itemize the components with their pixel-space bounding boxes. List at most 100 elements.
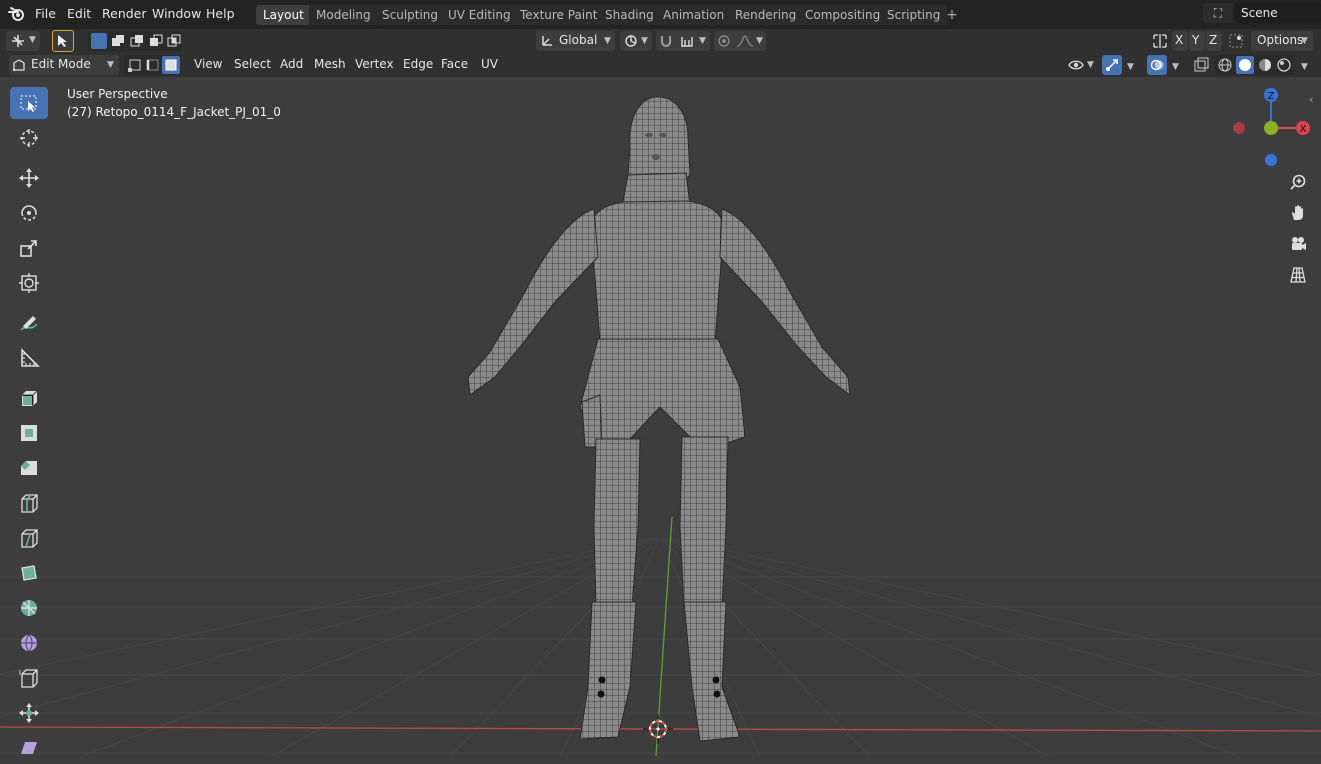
select-invert-icon[interactable] — [148, 33, 164, 49]
camera-view-button[interactable] — [1285, 231, 1311, 257]
menu-add[interactable]: Add — [280, 57, 303, 71]
menu-help[interactable]: Help — [206, 6, 235, 21]
mode-dropdown[interactable]: Edit Mode ▼ — [9, 55, 119, 75]
tab-animation[interactable]: Animation — [656, 5, 732, 25]
face-select-icon[interactable] — [162, 56, 180, 74]
material-shading-icon[interactable] — [1257, 57, 1273, 73]
wireframe-shading-icon[interactable] — [1217, 57, 1233, 73]
menu-select[interactable]: Select — [234, 57, 271, 71]
select-intersect-icon[interactable] — [166, 33, 182, 49]
menu-edge[interactable]: Edge — [403, 57, 433, 71]
tool-shear[interactable] — [10, 732, 48, 764]
solid-shading-icon[interactable] — [1236, 56, 1254, 74]
tool-bevel[interactable] — [10, 452, 48, 484]
snap-increment-icon — [681, 37, 693, 47]
tab-layout[interactable]: Layout — [256, 5, 311, 25]
select-subtract-icon[interactable] — [129, 33, 145, 49]
proportional-editing-group[interactable]: ▼ — [714, 31, 766, 51]
snapping-group[interactable]: ▼ — [656, 31, 710, 51]
tool-annotate[interactable] — [10, 307, 48, 339]
mirror-icon[interactable] — [1152, 33, 1168, 49]
menu-view[interactable]: View — [194, 57, 222, 71]
menu-vertex[interactable]: Vertex — [355, 57, 394, 71]
menu-uv[interactable]: UV — [481, 57, 498, 71]
visibility-dropdown[interactable]: ▼ — [1065, 55, 1097, 75]
select-mode-group — [124, 55, 181, 75]
rendered-shading-icon[interactable] — [1276, 57, 1292, 73]
scene-name-field[interactable]: Scene — [1235, 3, 1321, 23]
perspective-toggle-button[interactable] — [1285, 262, 1311, 288]
select-tool-button[interactable] — [52, 30, 74, 52]
tool-extrude[interactable] — [10, 382, 48, 414]
tab-shading[interactable]: Shading — [598, 5, 661, 25]
tool-poly-build[interactable] — [10, 557, 48, 589]
tool-rotate[interactable] — [10, 197, 48, 229]
tab-uv-editing[interactable]: UV Editing — [441, 5, 518, 25]
navigation-gizmo[interactable]: Z X — [1228, 87, 1318, 167]
character-mesh — [467, 96, 851, 742]
xray-toggle-icon[interactable] — [1193, 57, 1209, 73]
options-dropdown[interactable]: Options ▼ — [1251, 31, 1313, 51]
tool-transform[interactable] — [10, 267, 48, 299]
collapse-sidebar-chevron-icon[interactable]: ‹ — [1309, 93, 1313, 106]
mirror-y-toggle[interactable]: Y — [1189, 31, 1205, 51]
tab-scripting[interactable]: Scripting — [880, 5, 948, 25]
overlay-toggle-button[interactable] — [1147, 55, 1167, 75]
tool-inset[interactable] — [10, 417, 48, 449]
3d-viewport[interactable]: Z X ‹ — [0, 77, 1321, 756]
cursor-icon — [20, 129, 38, 147]
measure-ruler-icon — [21, 348, 40, 367]
chevron-down-icon[interactable]: ▼ — [1172, 62, 1179, 72]
tool-move[interactable] — [10, 162, 48, 194]
chevron-down-icon[interactable]: ▼ — [1301, 62, 1308, 72]
tab-texture-paint[interactable]: Texture Paint — [513, 5, 605, 25]
menu-mesh[interactable]: Mesh — [314, 57, 346, 71]
editor-type-button[interactable]: ▼ — [6, 31, 40, 51]
menu-edit[interactable]: Edit — [67, 6, 91, 21]
scene-selector[interactable]: ⛶ Scene — [1203, 3, 1321, 23]
tab-compositing[interactable]: Compositing — [798, 5, 888, 25]
gizmo-toggle-button[interactable] — [1102, 55, 1122, 75]
tool-shrink-fatten[interactable] — [10, 697, 48, 729]
auto-merge-icon[interactable] — [1228, 33, 1244, 49]
chevron-down-icon: ▼ — [641, 36, 648, 46]
tool-knife[interactable] — [10, 522, 48, 554]
tab-rendering[interactable]: Rendering — [728, 5, 804, 25]
smooth-icon — [21, 634, 37, 652]
chevron-down-icon: ▼ — [29, 35, 36, 45]
pan-button[interactable] — [1285, 200, 1311, 226]
menu-face[interactable]: Face — [441, 57, 468, 71]
tab-modeling[interactable]: Modeling — [309, 5, 378, 25]
scale-icon — [20, 240, 37, 257]
tool-select-box[interactable] — [10, 87, 48, 119]
annotate-pencil-icon — [20, 316, 38, 331]
transform-orientation-dropdown[interactable]: Global ▼ — [536, 31, 615, 51]
select-extend-icon[interactable] — [110, 33, 126, 49]
pivot-point-dropdown[interactable]: ▼ — [620, 31, 652, 51]
axis-x-label: X — [1175, 33, 1184, 47]
chevron-down-icon[interactable]: ▼ — [1127, 62, 1134, 72]
tool-loop-cut[interactable] — [10, 487, 48, 519]
tool-spin[interactable] — [10, 592, 48, 624]
tab-sculpting[interactable]: Sculpting — [375, 5, 446, 25]
scene-icon[interactable]: ⛶ — [1203, 3, 1233, 23]
mode-label: Edit Mode — [31, 57, 91, 71]
axis-z-label: Z — [1209, 33, 1218, 47]
menu-file[interactable]: File — [35, 6, 56, 21]
mirror-x-toggle[interactable]: X — [1172, 31, 1188, 51]
select-new-icon[interactable] — [91, 33, 107, 49]
menu-render[interactable]: Render — [102, 6, 147, 21]
mirror-z-toggle[interactable]: Z — [1206, 31, 1222, 51]
add-workspace-button[interactable]: + — [943, 5, 961, 25]
edge-select-icon[interactable] — [145, 57, 161, 73]
tool-edge-slide[interactable] — [10, 662, 48, 694]
tool-cursor[interactable] — [10, 122, 48, 154]
blender-logo-icon[interactable] — [8, 6, 26, 22]
loop-cut-icon — [21, 494, 38, 513]
vertex-select-icon[interactable] — [127, 57, 143, 73]
tool-measure[interactable] — [10, 342, 48, 374]
tool-scale[interactable] — [10, 232, 48, 264]
tool-smooth[interactable] — [10, 627, 48, 659]
menu-window[interactable]: Window — [152, 6, 201, 21]
zoom-button[interactable] — [1285, 169, 1311, 195]
